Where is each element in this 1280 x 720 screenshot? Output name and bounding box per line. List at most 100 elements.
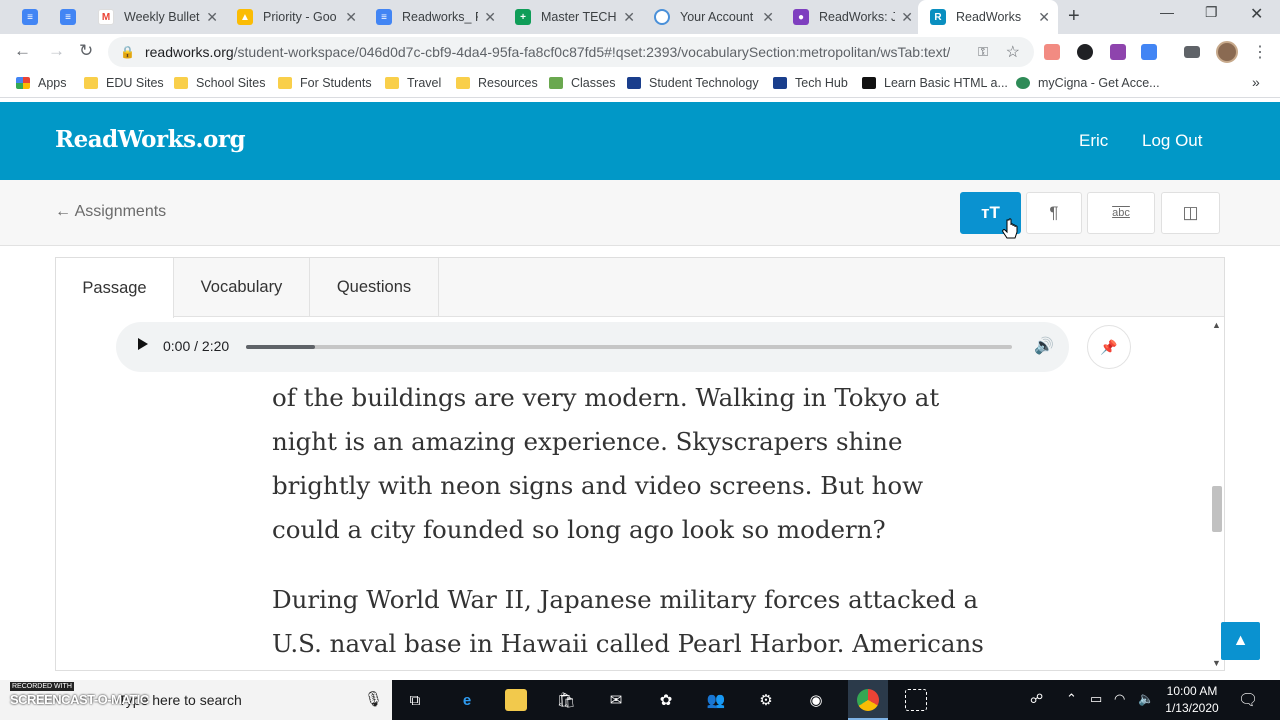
passage-paragraph: During World War II, Japanese military f… <box>272 585 984 658</box>
browser-toolbar: ← → ↻ 🔒 readworks.org /student-workspace… <box>0 34 1280 70</box>
close-icon[interactable]: ✕ <box>901 9 913 26</box>
volume-icon[interactable]: 🔊 <box>1034 336 1054 356</box>
extension-icon[interactable] <box>1110 44 1126 60</box>
close-window-button[interactable]: ✕ <box>1250 4 1263 24</box>
close-icon[interactable]: ✕ <box>762 9 774 26</box>
split-view-icon: ◫ <box>1182 203 1199 222</box>
bookmark-folder[interactable]: School Sites <box>174 76 265 90</box>
store-icon[interactable]: 🛍 <box>555 689 577 711</box>
pin-audio-button[interactable]: 📌 <box>1087 325 1131 369</box>
people-tray-icon[interactable]: ☍ <box>1030 691 1043 707</box>
passage-text: of the buildings are very modern. Walkin… <box>272 376 992 670</box>
close-icon[interactable]: ✕ <box>484 9 496 26</box>
audio-player: 0:00 / 2:20 🔊 <box>116 322 1069 372</box>
readworks-logo[interactable]: ReadWorks.org <box>55 126 246 153</box>
app-icon[interactable]: ◉ <box>805 689 827 711</box>
restore-button[interactable]: ❐ <box>1205 4 1218 21</box>
bookmark-folder[interactable]: For Students <box>278 76 372 90</box>
browser-tab[interactable]: Your Account ✕ <box>642 0 782 34</box>
browser-tab-strip: ≡ ≡ M Weekly Bulleti ✕ ▲ Priority - Goo … <box>0 0 1280 34</box>
paragraph-button[interactable]: ¶ <box>1026 192 1082 234</box>
browser-tab[interactable]: M Weekly Bulleti ✕ <box>86 0 226 34</box>
new-tab-button[interactable]: + <box>1068 5 1080 28</box>
chevron-right-icon[interactable]: » <box>1252 74 1260 90</box>
browser-tab[interactable]: ≡ <box>48 0 88 34</box>
reload-icon[interactable]: ↻ <box>79 41 93 61</box>
speaker-icon[interactable]: 🔈 <box>1138 691 1154 707</box>
app-icon[interactable]: ✿ <box>655 689 677 711</box>
extension-icon[interactable] <box>1044 44 1060 60</box>
browser-tab[interactable]: ● ReadWorks: Ja ✕ <box>781 0 921 34</box>
google-docs-icon: ≡ <box>376 9 392 25</box>
browser-tab[interactable]: ≡ <box>10 0 50 34</box>
reading-list-icon[interactable] <box>1184 46 1200 58</box>
mouse-pointer-icon <box>1002 218 1018 239</box>
minimize-button[interactable]: — <box>1160 4 1174 20</box>
wifi-icon[interactable]: ◠ <box>1114 691 1125 707</box>
user-name-link[interactable]: Eric <box>1079 131 1108 151</box>
notifications-icon[interactable]: 🗨 <box>1238 690 1258 710</box>
file-explorer-icon[interactable] <box>505 689 527 711</box>
scrollbar[interactable]: ▲ ▼ <box>1209 318 1224 670</box>
settings-gear-icon[interactable]: ⚙ <box>755 689 777 711</box>
address-bar[interactable]: 🔒 readworks.org /student-workspace/046d0… <box>108 37 1034 67</box>
taskbar-active-app[interactable] <box>848 680 888 720</box>
taskbar-clock[interactable]: 10:00 AM 1/13/2020 <box>1160 683 1224 717</box>
translate-icon[interactable] <box>1141 44 1157 60</box>
scroll-up-icon[interactable]: ▲ <box>1212 320 1221 330</box>
close-icon[interactable]: ✕ <box>345 9 357 26</box>
snipping-tool-icon[interactable] <box>905 689 927 711</box>
extension-icon[interactable] <box>1077 44 1093 60</box>
back-to-assignments-link[interactable]: ← Assignments <box>55 203 166 221</box>
key-icon[interactable]: ⚿ <box>978 44 988 60</box>
chevron-up-icon[interactable]: ⌃ <box>1066 691 1077 707</box>
tab-questions[interactable]: Questions <box>310 258 439 317</box>
battery-icon[interactable]: ▭ <box>1090 691 1102 707</box>
split-view-button[interactable]: ◫ <box>1161 192 1220 234</box>
browser-tab[interactable]: ▲ Priority - Goo ✕ <box>225 0 365 34</box>
microphone-icon[interactable]: 🎙 <box>364 690 383 708</box>
audio-time: 0:00 / 2:20 <box>163 338 230 354</box>
bookmark-folder[interactable]: Travel <box>385 76 441 90</box>
google-sheets-icon: + <box>515 9 531 25</box>
folder-icon <box>385 77 399 89</box>
close-icon[interactable]: ✕ <box>206 9 218 26</box>
logout-link[interactable]: Log Out <box>1142 131 1203 151</box>
close-icon[interactable]: ✕ <box>623 9 635 26</box>
scroll-to-top-button[interactable]: ▲ <box>1221 622 1260 660</box>
forward-arrow-icon[interactable]: → <box>48 41 65 61</box>
play-icon[interactable] <box>138 338 148 350</box>
bookmark-learn-html[interactable]: Learn Basic HTML a... <box>862 76 1008 90</box>
back-arrow-icon[interactable]: ← <box>14 41 31 61</box>
scrollbar-thumb[interactable] <box>1212 486 1222 532</box>
browser-tab-active[interactable]: R ReadWorks ✕ <box>918 0 1058 34</box>
avatar[interactable] <box>1216 41 1238 63</box>
audio-seek-bar[interactable] <box>246 345 1012 349</box>
bookmark-folder[interactable]: Resources <box>456 76 538 90</box>
scroll-down-icon[interactable]: ▼ <box>1212 658 1221 668</box>
close-icon[interactable]: ✕ <box>1038 9 1050 26</box>
edge-icon[interactable]: e <box>456 689 478 711</box>
bookmark-apps[interactable]: Apps <box>16 76 67 90</box>
tab-vocabulary[interactable]: Vocabulary <box>174 258 310 317</box>
assignment-panel: Passage Vocabulary Questions Tokyo is a … <box>55 257 1225 671</box>
browser-tab[interactable]: ≡ Readworks_ F ✕ <box>364 0 504 34</box>
bookmark-classes[interactable]: Classes <box>549 76 615 90</box>
task-view-icon[interactable]: ⧉ <box>404 689 426 711</box>
bookmark-mycigna[interactable]: myCigna - Get Acce... <box>1016 76 1160 90</box>
folder-icon <box>278 77 292 89</box>
bookmark-star-icon[interactable]: ☆ <box>1006 42 1020 62</box>
tab-passage[interactable]: Passage <box>56 258 174 318</box>
bookmark-tech-hub[interactable]: Tech Hub <box>773 76 848 90</box>
bookmark-folder[interactable]: EDU Sites <box>84 76 164 90</box>
abc-lines-icon: abc <box>1112 207 1130 219</box>
line-focus-button[interactable]: abc <box>1087 192 1155 234</box>
bookmark-student-technology[interactable]: Student Technology <box>627 76 759 90</box>
pin-icon: 📌 <box>1100 338 1118 355</box>
browser-tab[interactable]: + Master TECH S ✕ <box>503 0 643 34</box>
cigna-icon <box>1016 77 1030 89</box>
people-icon[interactable]: 👥 <box>705 689 727 711</box>
lock-icon: 🔒 <box>120 45 135 59</box>
mail-icon[interactable]: ✉ <box>605 689 627 711</box>
menu-dots-icon[interactable]: ⋮ <box>1252 42 1268 62</box>
